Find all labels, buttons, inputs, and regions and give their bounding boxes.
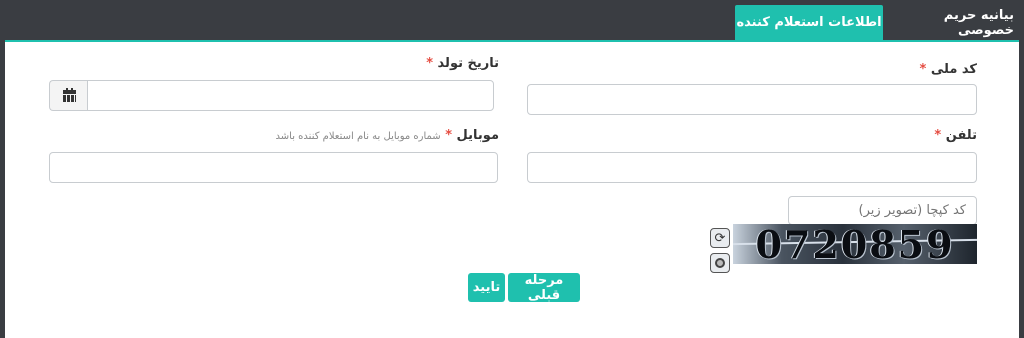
captcha-input[interactable]: [788, 196, 977, 225]
mobile-label: موبایل * شماره موبایل به نام استعلام کنن…: [276, 128, 499, 143]
form-panel: کد ملی * تاریخ تولد * تلفن * موبایل * شم…: [5, 40, 1019, 338]
captcha-refresh-button[interactable]: ⟳: [710, 228, 730, 248]
phone-label: تلفن *: [934, 128, 977, 143]
birth-date-label: تاریخ تولد *: [426, 56, 499, 71]
required-mark: *: [445, 128, 453, 143]
required-mark: *: [426, 56, 434, 71]
mobile-hint: شماره موبایل به نام استعلام کننده باشد: [275, 131, 441, 142]
captcha-image-text: 0720859: [755, 224, 955, 264]
birth-date-group: [49, 80, 494, 111]
calendar-icon: [62, 87, 76, 102]
mobile-input[interactable]: [49, 152, 498, 183]
tab-applicant-info[interactable]: اطلاعات استعلام کننده: [735, 5, 883, 40]
required-mark: *: [934, 128, 942, 143]
tab-bar: بیانیه حریم خصوصی اطلاعات استعلام کننده: [0, 0, 1024, 40]
captcha-audio-button[interactable]: [710, 253, 730, 273]
birth-date-label-text: تاریخ تولد: [437, 56, 499, 71]
speaker-icon: [715, 258, 725, 268]
tab-privacy-statement[interactable]: بیانیه حریم خصوصی: [886, 5, 1014, 40]
national-code-input[interactable]: [527, 84, 977, 115]
required-mark: *: [919, 62, 927, 77]
birth-date-input[interactable]: [87, 80, 494, 111]
national-code-label: کد ملی *: [920, 62, 977, 77]
mobile-label-text: موبایل: [456, 128, 499, 143]
previous-step-button[interactable]: مرحله قبلی: [508, 273, 580, 303]
phone-label-text: تلفن: [945, 128, 977, 143]
refresh-icon: ⟳: [714, 230, 726, 246]
captcha-image: 0720859: [733, 224, 977, 264]
calendar-button[interactable]: [49, 80, 88, 111]
confirm-button[interactable]: تایید: [468, 273, 505, 302]
national-code-label-text: کد ملی: [930, 62, 977, 77]
phone-input[interactable]: [527, 152, 977, 183]
